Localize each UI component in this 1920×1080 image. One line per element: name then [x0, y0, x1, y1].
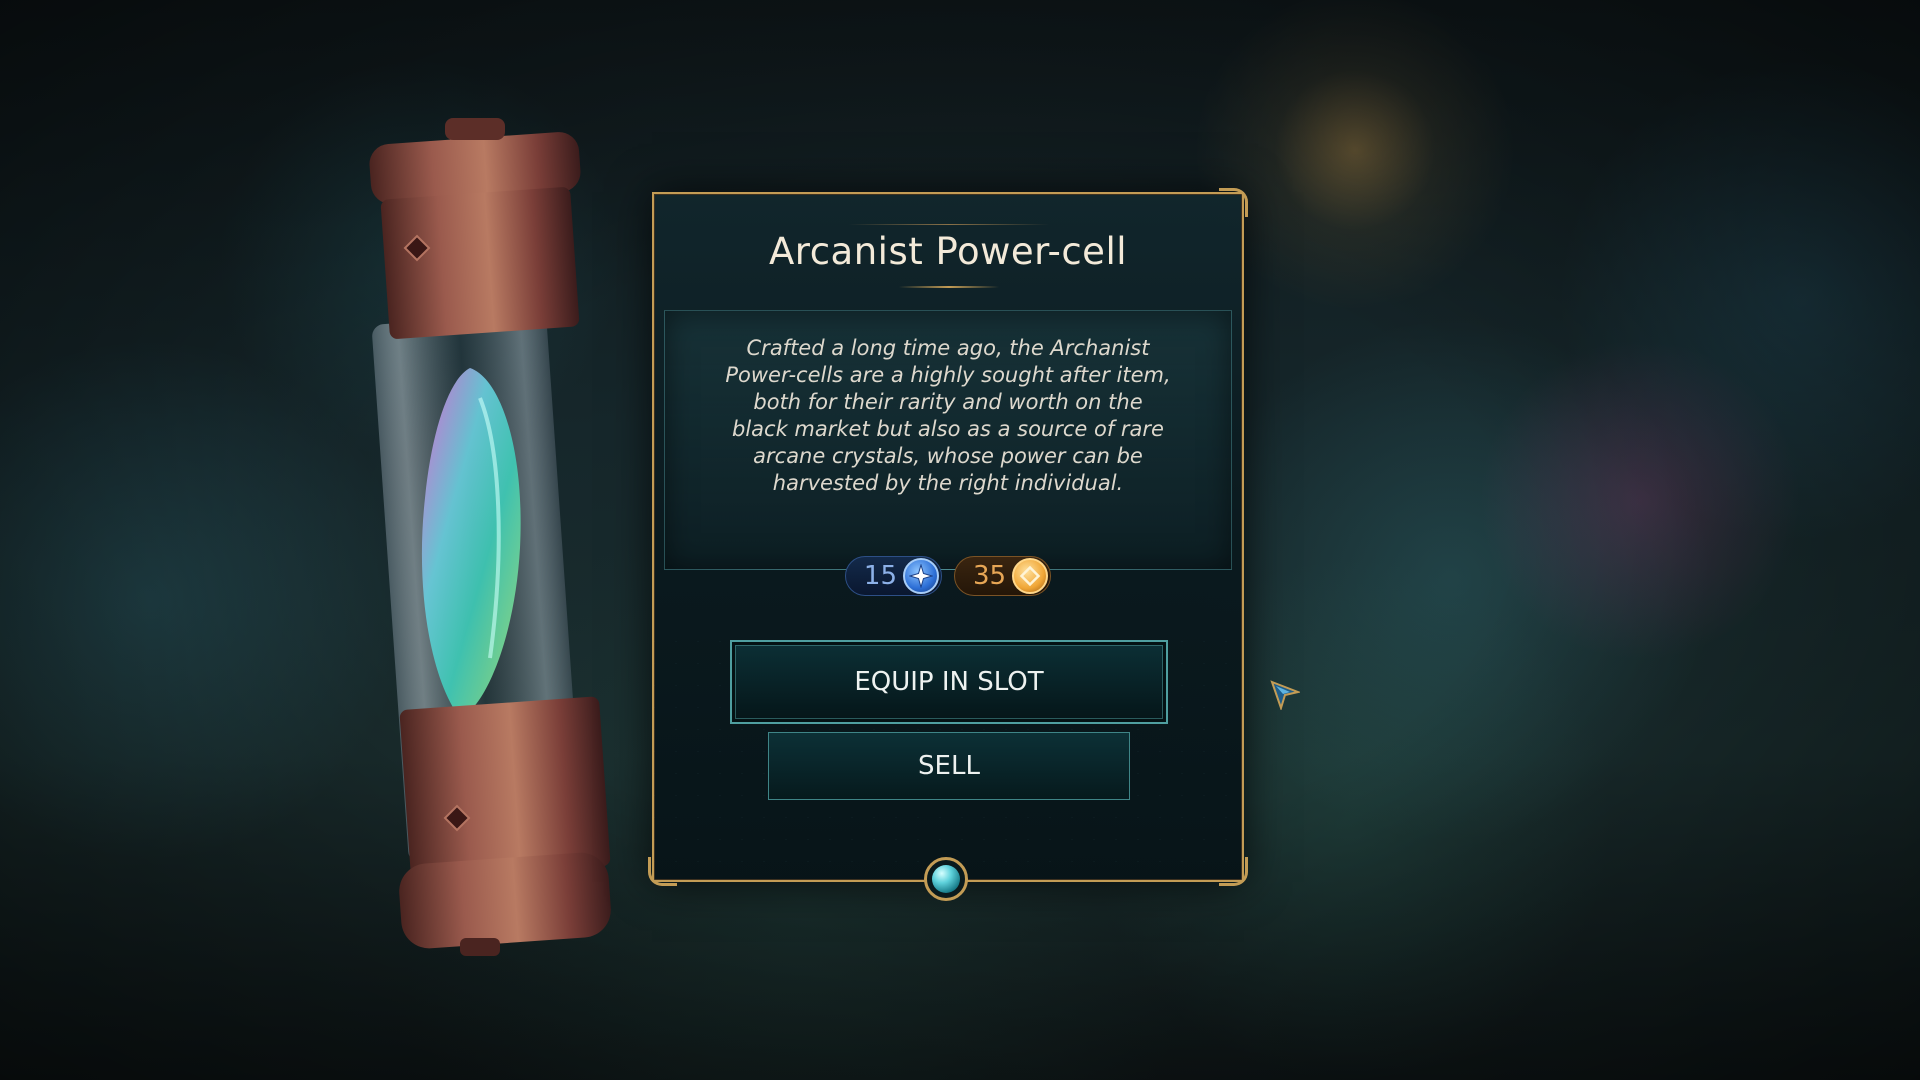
gold-coin-icon [1012, 558, 1049, 594]
gem-orb [932, 865, 960, 893]
title-divider [899, 286, 999, 288]
frame-corner-ornament [1219, 857, 1248, 886]
frame-gem-ornament [924, 857, 968, 901]
equip-in-slot-button[interactable]: EQUIP IN SLOT [730, 640, 1168, 724]
cost-row: 15 35 [654, 556, 1242, 596]
sell-label: SELL [918, 751, 980, 781]
power-cell-illustration [350, 118, 630, 978]
blue-currency-cost: 15 [844, 556, 942, 596]
equip-in-slot-label: EQUIP IN SLOT [854, 667, 1044, 697]
game-scene: Arcanist Power-cell Crafted a long time … [0, 0, 1920, 1080]
blue-currency-value: 15 [863, 561, 897, 591]
frame-corner-ornament [1219, 188, 1248, 217]
description-box: Crafted a long time ago, the Archanist P… [664, 310, 1232, 570]
item-title: Arcanist Power-cell [768, 230, 1128, 273]
sell-button[interactable]: SELL [768, 732, 1130, 800]
star-gem-icon [903, 558, 939, 594]
cursor-arrow-icon [1270, 680, 1302, 712]
title-divider [849, 224, 1049, 225]
gold-currency-cost: 35 [954, 556, 1052, 596]
frame-corner-ornament [648, 857, 677, 886]
item-description: Crafted a long time ago, the Archanist P… [725, 336, 1171, 495]
gold-currency-value: 35 [973, 561, 1007, 591]
item-detail-panel: Arcanist Power-cell Crafted a long time … [648, 188, 1248, 901]
